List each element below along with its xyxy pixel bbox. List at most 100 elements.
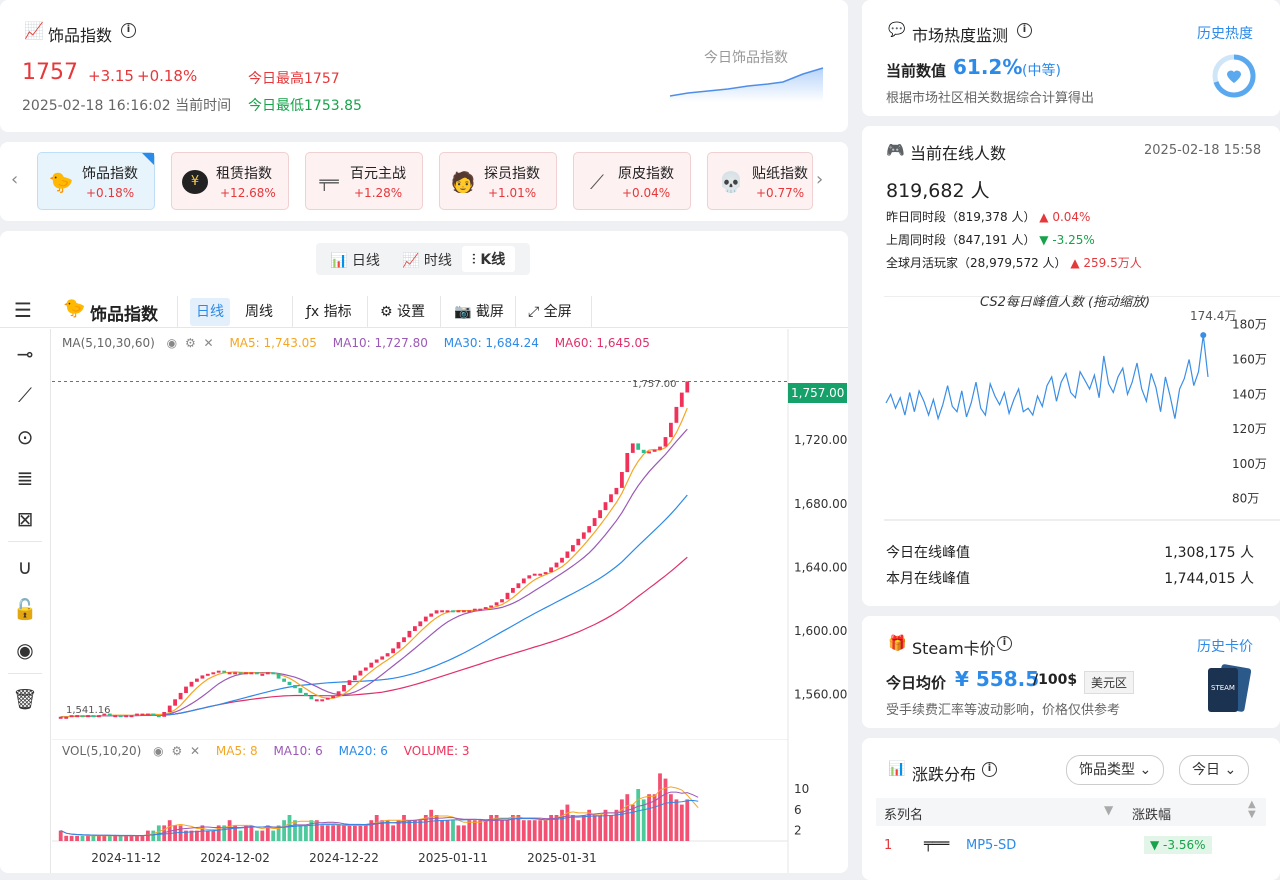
- settings-button[interactable]: ⚙ 设置: [374, 298, 431, 326]
- y-tick-label: 1,600.00: [794, 624, 847, 638]
- volume-bar: [527, 820, 532, 841]
- menu-collapse-icon[interactable]: ☰: [14, 298, 32, 322]
- day-dropdown[interactable]: 今日 ⌄: [1179, 755, 1250, 785]
- trash-icon[interactable]: 🗑: [10, 684, 40, 714]
- fullscreen-button[interactable]: ⤢ 全屏: [522, 298, 578, 326]
- circle-icon[interactable]: ⊙: [10, 422, 40, 452]
- period-daily[interactable]: 日线: [190, 298, 230, 326]
- tile-index[interactable]: 🐤 饰品指数 +0.18%: [37, 152, 155, 210]
- heat-level: (中等): [1022, 63, 1061, 79]
- tab-label: 日线: [351, 253, 380, 269]
- candle: [380, 656, 385, 660]
- eye-icon[interactable]: ◉: [10, 635, 40, 665]
- info-icon[interactable]: i: [121, 23, 136, 38]
- sort-icon[interactable]: ▲ ▼: [1248, 800, 1256, 820]
- day-high: 今日最高1757: [248, 71, 340, 87]
- today-peak-label: 今日在线峰值: [886, 545, 970, 561]
- candle: [500, 599, 504, 603]
- kline-chart[interactable]: 1,560.00 1,600.00 1,640.00 1,680.00 1,720.00: [52, 329, 848, 739]
- candle: [178, 692, 183, 700]
- volume-bar: [238, 830, 243, 841]
- vol-tick-label: 2: [794, 824, 802, 838]
- lock-icon[interactable]: 🔓: [10, 594, 40, 624]
- tab-daily[interactable]: 📊 日线: [330, 250, 380, 270]
- type-dropdown[interactable]: 饰品类型 ⌄: [1066, 755, 1165, 785]
- knife-icon: ⟋: [590, 170, 604, 194]
- tile-rifle[interactable]: ╤═ 百元主战 +1.28%: [305, 152, 423, 210]
- today-peak: 1,308,175 人: [1164, 545, 1254, 561]
- screenshot-button[interactable]: 📷 截屏: [448, 298, 510, 326]
- tile-agent[interactable]: 🧑 探员指数 +1.01%: [439, 152, 557, 210]
- volume-bar: [331, 825, 335, 841]
- horizontal-line-icon[interactable]: ⊸: [10, 339, 40, 369]
- candle: [647, 451, 651, 454]
- period-weekly[interactable]: 周线: [239, 298, 279, 326]
- volume-chart[interactable]: 2 6 10 2024-11-12 2024-12-02 2024-12-22 2025-0…: [52, 739, 848, 873]
- pistol-icon: ╤═: [319, 172, 339, 191]
- tile-rent[interactable]: ¥ 租赁指数 +12.68%: [171, 152, 289, 210]
- heat-history-link[interactable]: 历史热度: [1197, 23, 1253, 43]
- candle: [358, 670, 363, 676]
- volume-bar: [391, 825, 395, 841]
- info-icon[interactable]: i: [982, 762, 997, 777]
- indicator-button[interactable]: ƒx 指标: [300, 298, 358, 326]
- volume-bar: [669, 794, 673, 841]
- volume-bar: [293, 820, 297, 841]
- table-row[interactable]: 1 ╤══ MP5-SD ▼ -3.56%: [876, 832, 1266, 862]
- volume-bar: [571, 815, 575, 841]
- candle: [451, 610, 455, 613]
- index-pct: +0.18%: [137, 67, 198, 85]
- steam-card-price: 🎁 Steam卡价 i 历史卡价 今日均价 ¥ 558.5 /100$ 美元区 …: [862, 616, 1280, 728]
- heat-label: 当前数值: [886, 62, 947, 80]
- tab-label: 时线: [423, 253, 452, 269]
- filter-icon[interactable]: ▼: [1104, 803, 1113, 817]
- tab-kline[interactable]: ⫶ K线: [462, 246, 516, 272]
- tile-name: 探员指数: [484, 166, 540, 182]
- candle: [494, 602, 499, 606]
- volume-bar: [505, 820, 510, 841]
- tile-change: +0.18%: [86, 186, 135, 200]
- candle: [565, 551, 570, 558]
- tile-name: 原皮指数: [618, 166, 674, 182]
- info-icon[interactable]: i: [1017, 23, 1032, 38]
- volume-bar: [445, 820, 450, 841]
- peak-players-chart[interactable]: 180万 160万 140万 120万 100万 80万: [884, 296, 1280, 521]
- row-label: 昨日同时段（819,378 人）: [886, 210, 1036, 224]
- candle: [658, 446, 662, 450]
- chevron-right-icon[interactable]: ›: [816, 169, 823, 190]
- trend-line-icon[interactable]: ⟋: [10, 380, 40, 410]
- volume-bar: [249, 825, 254, 841]
- candle: [353, 675, 357, 681]
- volume-bar: [478, 820, 483, 841]
- ma30-line: [60, 494, 688, 718]
- bar-chart-icon: 📊: [330, 253, 348, 269]
- parallel-lines-icon[interactable]: ≣: [10, 463, 40, 493]
- divider: [292, 296, 293, 328]
- volume-bar: [347, 825, 352, 841]
- volume-bar: [402, 815, 406, 841]
- index-title: 饰品指数: [48, 26, 113, 45]
- row-name[interactable]: MP5-SD: [966, 838, 1016, 853]
- peak-y-tick: 120万: [1232, 422, 1267, 436]
- volume-bar: [282, 820, 286, 841]
- yesterday-row: 昨日同时段（819,378 人） ▲ 0.04%: [886, 208, 1090, 225]
- candle: [674, 406, 679, 423]
- info-icon[interactable]: i: [997, 636, 1012, 651]
- polygon-icon[interactable]: ⊠: [10, 504, 40, 534]
- tab-hourly[interactable]: 📈 时线: [402, 250, 452, 270]
- candle: [222, 670, 227, 673]
- col-change[interactable]: 涨跌幅: [1132, 804, 1171, 823]
- ma10-line: [60, 428, 688, 718]
- tile-sticker[interactable]: 💀 贴纸指数 +0.77%: [707, 152, 813, 210]
- candle: [325, 697, 330, 700]
- candle: [314, 699, 319, 702]
- tile-change: +0.77%: [756, 186, 805, 200]
- agent-icon: 🧑: [450, 170, 476, 194]
- volume-bar: [91, 835, 96, 841]
- heat-title: 市场热度监测: [912, 26, 1009, 45]
- candle: [434, 610, 439, 614]
- chevron-left-icon[interactable]: ‹: [11, 169, 18, 190]
- tile-knife[interactable]: ⟋ 原皮指数 +0.04%: [573, 152, 691, 210]
- magnet-icon[interactable]: ∪: [10, 552, 40, 582]
- steam-history-link[interactable]: 历史卡价: [1197, 636, 1253, 656]
